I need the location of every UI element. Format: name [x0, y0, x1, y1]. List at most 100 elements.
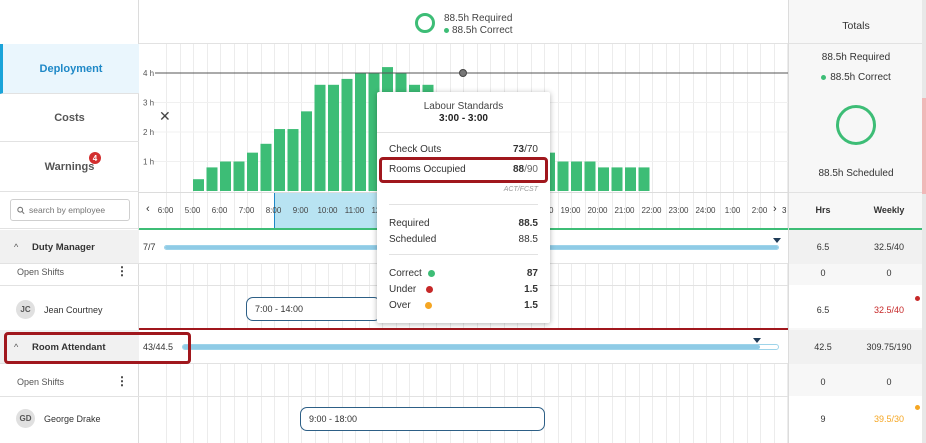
chart-bar — [247, 152, 258, 191]
shift-jean-courtney[interactable]: 7:00 - 14:00 — [246, 297, 381, 321]
y-axis-label: 3 h — [143, 99, 154, 108]
target-marker-icon — [753, 338, 761, 343]
timeline-label: 1:00 — [724, 206, 741, 215]
target-marker-icon — [773, 238, 781, 243]
sidebar-item-label: Deployment — [39, 62, 103, 75]
dm-hrs: 6.5 — [816, 242, 830, 252]
scheduled-row: Scheduled 88.5 — [389, 234, 538, 245]
totals-title: Totals — [842, 20, 870, 32]
act-fcst-label: ACT/FCST — [503, 186, 538, 193]
timeline-label: 9:00 — [292, 206, 309, 215]
employee-name: George Drake — [44, 414, 101, 424]
more-options-icon[interactable]: ⋮ — [116, 264, 128, 278]
more-options-icon[interactable]: ⋮ — [116, 374, 128, 388]
chart-bar — [274, 129, 285, 191]
search-icon — [17, 206, 25, 214]
close-icon[interactable]: ✕ — [159, 108, 171, 125]
totals-required: 88.5h Required — [821, 52, 891, 63]
y-axis-label: 1 h — [143, 158, 154, 167]
timeline-label: 19:00 — [560, 206, 581, 215]
timeline-label: 10:00 — [317, 206, 338, 215]
chart-bar — [193, 179, 204, 191]
chart-bar — [625, 167, 636, 191]
chart-bar — [233, 161, 245, 191]
rooms-occupied-highlight — [379, 157, 548, 183]
sidebar-item-costs[interactable]: Costs — [0, 94, 139, 142]
correct-dot-icon — [444, 27, 449, 33]
shift-george-drake[interactable]: 9:00 - 18:00 — [300, 407, 545, 431]
over-dot-icon — [424, 301, 432, 309]
y-axis-label: 2 h — [143, 128, 154, 137]
room-attendant-coverage: 43/44.5 — [139, 330, 788, 364]
search-box[interactable] — [10, 199, 130, 221]
employee-name: Jean Courtney — [44, 305, 103, 315]
warning-dot-icon — [915, 405, 920, 410]
chart-bar — [355, 73, 366, 191]
over-row: Over 1.5 — [389, 300, 538, 311]
next-arrow-icon[interactable]: › — [773, 203, 777, 215]
timeline-label: 8:00 — [265, 206, 282, 215]
under-dot-icon — [426, 285, 434, 293]
col-hrs-header: Hrs — [815, 205, 831, 215]
popup-time: 3:00 - 3:00 — [439, 113, 488, 124]
check-outs-row: Check Outs 73/70 — [389, 144, 538, 155]
totals-panel: Totals 88.5h Required 88.5h Correct 88.5… — [788, 0, 923, 443]
under-row: Under 1.5 — [389, 284, 538, 295]
timeline-label: 7:00 — [238, 206, 255, 215]
dm-open-weekly: 0 — [886, 268, 892, 278]
popup-title: Labour Standards — [423, 101, 504, 112]
timeline-label: 6:00 — [211, 206, 228, 215]
correct-row: Correct 87 — [389, 268, 538, 279]
chart-bar — [584, 161, 596, 191]
dm-weekly: 32.5/40 — [873, 242, 905, 252]
avatar: GD — [16, 409, 35, 428]
room-attendant-progress — [182, 344, 779, 350]
chart-bar — [557, 161, 569, 191]
sidebar-item-label: Costs — [54, 111, 85, 124]
dm-open-hrs: 0 — [820, 268, 826, 278]
avatar: JC — [16, 300, 35, 319]
correct-dot-icon — [821, 74, 827, 80]
hover-marker — [459, 69, 467, 77]
timeline-label: 24:00 — [695, 206, 716, 215]
jean-hrs: 6.5 — [816, 305, 830, 315]
chart-bar — [571, 161, 582, 191]
header-required: 88.5h Required — [444, 13, 513, 24]
search-input[interactable] — [29, 205, 129, 215]
required-row: Required 88.5 — [389, 218, 538, 229]
duty-manager-count: 7/7 — [143, 242, 156, 252]
room-attendant-highlight — [4, 332, 191, 364]
totals-correct: 88.5h Correct — [789, 72, 923, 83]
ra-hrs: 42.5 — [814, 342, 832, 352]
y-axis-label: 4 h — [143, 69, 154, 78]
header-correct: 88.5h Correct — [444, 25, 513, 36]
labour-standards-popup: Labour Standards 3:00 - 3:00 Check Outs … — [377, 92, 550, 323]
sidebar-item-warnings[interactable]: Warnings 4 — [0, 142, 139, 192]
chevron-up-icon[interactable]: ^ — [14, 242, 18, 252]
timeline-label: 11:00 — [344, 206, 365, 215]
ra-open-weekly: 0 — [886, 377, 892, 387]
timeline-label: 5:00 — [184, 206, 201, 215]
prev-arrow-icon[interactable]: ‹ — [146, 203, 150, 215]
chart-bar — [341, 78, 353, 191]
chart-bar — [638, 167, 650, 191]
open-shifts-label: Open Shifts — [17, 267, 65, 277]
chart-bar — [301, 111, 312, 191]
timeline-trailing: 3 — [782, 206, 787, 215]
sidebar-item-deployment[interactable]: Deployment — [0, 44, 139, 94]
ra-open-hrs: 0 — [820, 377, 826, 387]
chart-bar — [220, 161, 231, 191]
col-weekly-header: Weekly — [873, 205, 905, 215]
duty-manager-label: Duty Manager — [32, 242, 95, 253]
correct-dot-icon — [427, 269, 435, 277]
timeline-label: 2:00 — [751, 206, 768, 215]
chart-bar — [328, 84, 339, 191]
george-hrs: 9 — [820, 414, 826, 424]
chart-bar — [611, 167, 623, 191]
over-limit-dot-icon — [915, 296, 920, 301]
warnings-count-badge: 4 — [89, 152, 101, 164]
jean-weekly: 32.5/40 — [873, 305, 905, 315]
chart-bar — [206, 167, 218, 191]
duty-manager-header[interactable]: ^ Duty Manager — [0, 230, 139, 264]
totals-ring-icon — [836, 105, 876, 145]
